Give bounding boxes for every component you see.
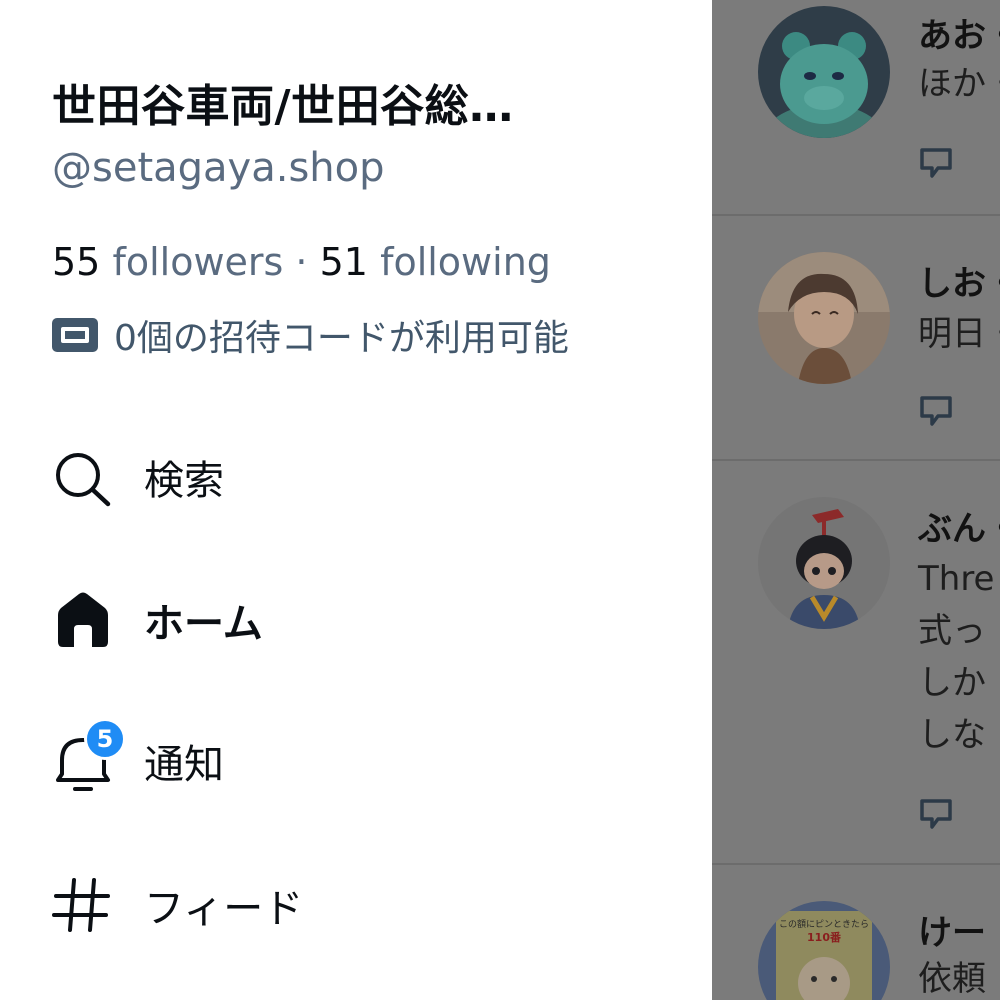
follow-stats: 55 followers · 51 following: [52, 240, 551, 284]
search-icon: [52, 446, 114, 508]
post-text-line: ほか・: [918, 64, 1000, 104]
avatar[interactable]: [758, 252, 890, 384]
invite-codes-link[interactable]: 0個の招待コードが利用可能: [52, 310, 569, 360]
nav-feeds[interactable]: フィード: [52, 870, 652, 940]
reply-icon[interactable]: [918, 146, 954, 180]
profile-display-name[interactable]: 世田谷車両/世田谷総…: [52, 70, 612, 134]
post-author[interactable]: ぶん・: [918, 501, 1000, 550]
avatar[interactable]: この額にピンときたら 110番: [758, 901, 890, 1000]
ticket-icon: [52, 318, 98, 352]
feed-post[interactable]: ぶん・ Thre 式っ しか しな: [712, 459, 1000, 865]
feed-post[interactable]: この額にピンときたら 110番 けー 依頼: [712, 863, 1000, 1000]
followers-count[interactable]: 55: [52, 240, 100, 284]
nav-feeds-label: フィード: [144, 886, 304, 932]
post-author[interactable]: しお・: [918, 256, 1000, 305]
side-drawer: 世田谷車両/世田谷総… @setagaya.shop 55 followers …: [0, 0, 712, 1000]
avatar[interactable]: [758, 6, 890, 138]
reply-icon[interactable]: [918, 394, 954, 428]
stats-separator: ·: [295, 240, 308, 284]
profile-handle[interactable]: @setagaya.shop: [52, 145, 385, 191]
post-author[interactable]: あお・: [918, 8, 1000, 57]
post-text-line: 依頼: [918, 959, 986, 999]
feed-overlay[interactable]: あお・ ほか・ しお・ 明日・: [712, 0, 1000, 1000]
post-text-line: 式っ: [918, 611, 986, 651]
invite-codes-text: 0個の招待コードが利用可能: [114, 318, 569, 359]
nav-notifications-label: 通知: [144, 742, 224, 788]
home-icon: [52, 589, 114, 651]
avatar-caption-line: 110番: [807, 930, 842, 944]
post-text-line: しな: [918, 715, 986, 755]
feed-post[interactable]: しお・ 明日・: [712, 214, 1000, 461]
following-label[interactable]: following: [380, 240, 551, 284]
post-text-line: しか: [918, 663, 986, 703]
post-text-line: Thre: [918, 559, 995, 599]
feed-post[interactable]: あお・ ほか・: [712, 0, 1000, 216]
nav-home[interactable]: ホーム: [52, 585, 652, 655]
notification-badge: 5: [84, 718, 126, 760]
nav-search[interactable]: 検索: [52, 442, 652, 512]
nav-home-label: ホーム: [144, 601, 263, 647]
nav-notifications[interactable]: 5 通知: [52, 718, 652, 796]
hashtag-icon: [52, 874, 114, 936]
reply-icon[interactable]: [918, 797, 954, 831]
avatar-caption-line: この額にピンときたら: [779, 918, 869, 930]
bell-icon: 5: [52, 718, 126, 792]
avatar[interactable]: [758, 497, 890, 629]
nav-search-label: 検索: [144, 458, 224, 504]
post-text-line: 明日・: [918, 314, 1000, 354]
following-count[interactable]: 51: [320, 240, 368, 284]
post-author[interactable]: けー: [918, 905, 986, 954]
followers-label[interactable]: followers: [112, 240, 283, 284]
